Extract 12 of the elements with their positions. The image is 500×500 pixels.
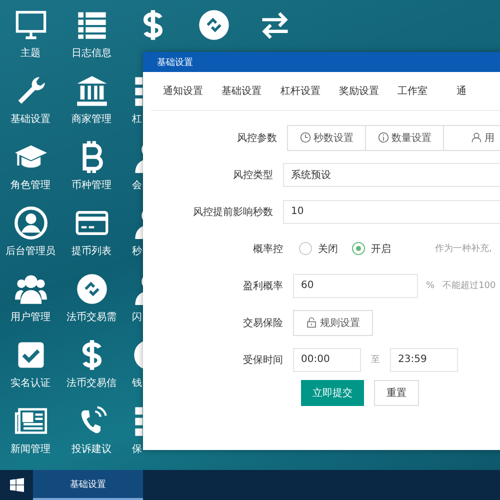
percent-unit: % bbox=[426, 280, 435, 290]
form-label: 交易保险 bbox=[242, 316, 284, 330]
window-title: 基础设置 bbox=[157, 56, 193, 68]
form-label: 风控参数 bbox=[236, 132, 278, 144]
form-label: 风控类型 bbox=[232, 168, 274, 182]
hint-text: 不能超过100 bbox=[442, 280, 496, 292]
hint-text: 作为一种补充, bbox=[435, 242, 492, 255]
range-separator: 至 bbox=[371, 354, 380, 366]
form-label: 概率控 bbox=[252, 242, 284, 256]
form-label: 受保时间 bbox=[242, 354, 284, 366]
form-label: 盈利概率 bbox=[242, 280, 284, 292]
form-label: 风控提前影响秒数 bbox=[192, 206, 274, 218]
